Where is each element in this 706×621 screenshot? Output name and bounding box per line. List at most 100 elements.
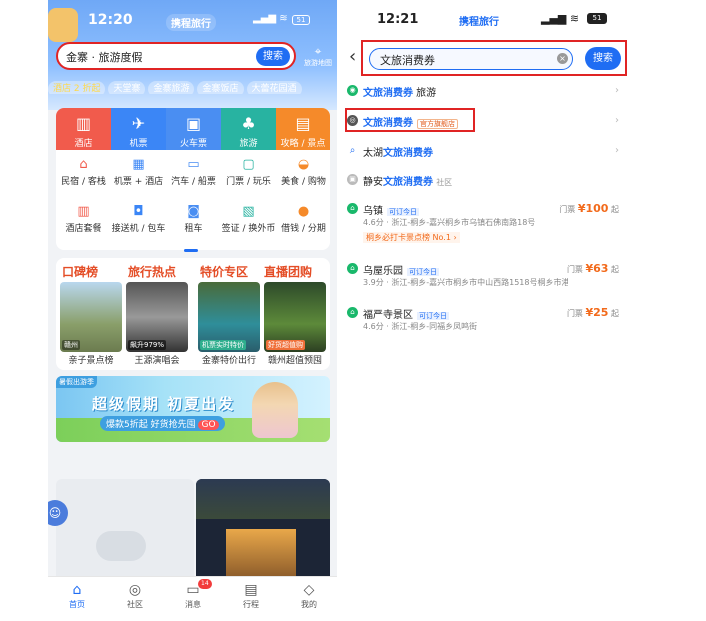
clear-icon[interactable]: × bbox=[557, 53, 568, 64]
tab-trips[interactable]: ▤ 行程 bbox=[222, 581, 280, 610]
battery-icon: 51 bbox=[292, 15, 310, 25]
poi-result[interactable]: ⌂ 乌镇 可订今日 门票 ¥100 起 4.6分 · 浙江-桐乡-嘉兴桐乡市乌镇石… bbox=[347, 202, 627, 248]
grid-guide[interactable]: ▤ 攻略 / 景点 bbox=[276, 108, 330, 150]
grid-travel[interactable]: ♣ 旅游 bbox=[221, 108, 276, 150]
bookable-today-badge: 可订今日 bbox=[407, 268, 439, 276]
promo-banner[interactable]: 暑假出游季 超级假期 初夏出发 爆款5折起 好货抢先囤 GO bbox=[56, 376, 330, 442]
shopping-bag-icon: ◒ bbox=[297, 157, 310, 172]
tab-community[interactable]: ◎ 社区 bbox=[106, 581, 164, 610]
chat-icon: ▭ bbox=[186, 582, 200, 598]
search-input[interactable]: 文旅消费券 × bbox=[369, 48, 573, 70]
status-time: 12:21 bbox=[377, 12, 419, 27]
rank-title-koubei[interactable]: 口碑榜 bbox=[62, 263, 98, 280]
suggestion-item[interactable]: ▣ 静安文旅消费券 社区 bbox=[347, 171, 627, 191]
building-plane-icon: ▦ bbox=[132, 157, 145, 172]
lit-building bbox=[226, 529, 296, 579]
caption: 赣州超值预囤 bbox=[267, 356, 322, 366]
caption: 王源演唱会 bbox=[134, 356, 180, 366]
placeholder-dolphin-icon bbox=[96, 531, 146, 561]
bookable-today-badge: 可订今日 bbox=[417, 312, 449, 320]
guide-book-icon: ▤ bbox=[295, 114, 311, 133]
grid-train[interactable]: ▣ 火车票 bbox=[166, 108, 221, 150]
ticket-price: 门票 ¥63 起 bbox=[566, 262, 619, 275]
tab-home[interactable]: ⌂ 首页 bbox=[48, 581, 106, 610]
map-button[interactable]: ⌖ 旅游地图 bbox=[302, 44, 334, 72]
home-icon: ⌂ bbox=[72, 582, 82, 598]
tab-mine[interactable]: ◇ 我的 bbox=[280, 581, 337, 610]
girl-illustration bbox=[252, 382, 298, 438]
page-indicator bbox=[184, 249, 198, 252]
poi-result[interactable]: ⌂ 乌屋乐园 可订今日 门票 ¥63 起 3.9分 · 浙江-桐乡-嘉兴市桐乡市中… bbox=[347, 262, 627, 294]
app-brand: 携程旅行 bbox=[459, 17, 499, 28]
grid-flight-hotel[interactable]: ▦ 机票 + 酒店 bbox=[111, 156, 166, 192]
poi-address: 4.6分 · 浙江-桐乡-同福乡凤鸣街 bbox=[363, 322, 478, 331]
train-icon: ▣ bbox=[185, 114, 202, 133]
banner-subtitle: 爆款5折起 好货抢先囤 GO bbox=[100, 416, 225, 431]
map-pin-icon: ⌖ bbox=[314, 44, 322, 58]
grid-visa[interactable]: ▧ 签证 / 换外币 bbox=[221, 203, 276, 239]
message-badge: 14 bbox=[198, 579, 212, 589]
suggestion-item[interactable]: ⌕ 太湖文旅消费券 › bbox=[347, 142, 627, 162]
diamond-icon: ◇ bbox=[303, 582, 315, 598]
poi-result[interactable]: ⌂ 福严寺景区 可订今日 门票 ¥25 起 4.6分 · 浙江-桐乡-同福乡凤鸣街 bbox=[347, 306, 627, 338]
chip-hotel-discount[interactable]: 酒店 2 折起 bbox=[48, 81, 106, 94]
chip[interactable]: 天堂寨 bbox=[108, 81, 146, 94]
back-chevron-icon[interactable]: ‹ bbox=[349, 46, 356, 67]
go-button[interactable]: GO bbox=[198, 420, 219, 430]
ticket-icon: ▢ bbox=[242, 157, 255, 172]
hotel-package-icon: ▥ bbox=[77, 204, 90, 219]
tab-messages[interactable]: ▭ 14 消息 bbox=[164, 579, 222, 610]
attraction-icon: ⌂ bbox=[347, 263, 358, 274]
grid-homestay[interactable]: ⌂ 民宿 / 客栈 bbox=[56, 156, 111, 192]
map-label: 旅游地图 bbox=[304, 59, 332, 67]
visa-icon: ▧ bbox=[242, 204, 255, 219]
chip[interactable]: 金寨饭店 bbox=[197, 81, 244, 94]
mascot-icon bbox=[48, 8, 78, 42]
signal-wifi-icon: ▂▄▆ ≋ bbox=[541, 12, 580, 25]
feed-card[interactable] bbox=[56, 479, 194, 589]
rank-title-live[interactable]: 直播团购 bbox=[264, 263, 312, 280]
grid-hotel[interactable]: ▥ 酒店 bbox=[56, 108, 111, 150]
travel-icon: ◉ bbox=[347, 85, 358, 96]
banner-title: 超级假期 初夏出发 bbox=[92, 395, 236, 413]
planet-icon: ◎ bbox=[128, 582, 142, 598]
grid-tickets[interactable]: ▢ 门票 / 玩乐 bbox=[221, 156, 276, 192]
ticket-price: 门票 ¥100 起 bbox=[559, 202, 619, 215]
grid-food[interactable]: ◒ 美食 / 购物 bbox=[276, 156, 330, 192]
search-query: 文旅消费券 bbox=[380, 54, 435, 67]
location-tag: 赣州 bbox=[62, 340, 80, 350]
chip[interactable]: 金寨旅游 bbox=[148, 81, 195, 94]
search-button[interactable]: 搜索 bbox=[585, 47, 621, 70]
grid-flight[interactable]: ✈ 机票 bbox=[111, 108, 166, 150]
grid-car-rental[interactable]: ◙ 租车 bbox=[166, 203, 221, 239]
banner-corner-label: 暑假出游季 bbox=[56, 376, 97, 388]
bookable-today-badge: 可订今日 bbox=[387, 208, 419, 216]
grid-hotel-package[interactable]: ▥ 酒店套餐 bbox=[56, 203, 111, 239]
search-button[interactable]: 搜索 bbox=[256, 47, 290, 66]
attraction-icon: ⌂ bbox=[347, 203, 358, 214]
ranking-link[interactable]: 桐乡必打卡景点榜 No.1 › bbox=[363, 232, 460, 243]
mountain-bg bbox=[196, 479, 330, 519]
money-bag-icon: ● bbox=[297, 204, 310, 219]
chip[interactable]: 大蕾花园酒 bbox=[246, 81, 302, 94]
poi-address: 4.6分 · 浙江-桐乡-嘉兴桐乡市乌镇石佛南路18号 bbox=[363, 218, 536, 227]
palm-tree-icon: ♣ bbox=[241, 114, 256, 133]
search-input[interactable]: 金寨 · 旅游度假 bbox=[66, 49, 143, 65]
rank-title-special[interactable]: 特价专区 bbox=[200, 263, 248, 280]
feed-card-night-resort[interactable] bbox=[196, 479, 330, 589]
suggestion-item[interactable]: ◉ 文旅消费券 旅游 › bbox=[347, 82, 627, 102]
home-search-bar[interactable]: 金寨 · 旅游度假 搜索 bbox=[56, 42, 296, 70]
suggestion-item-official-store[interactable]: ◎ 文旅消费券 官方旗舰店 › bbox=[347, 112, 627, 132]
grid-bus[interactable]: ▭ 汽车 / 船票 bbox=[166, 156, 221, 192]
app-brand: 携程旅行 bbox=[166, 14, 216, 31]
official-store-badge: 官方旗舰店 bbox=[417, 119, 458, 129]
search-icon: ⌕ bbox=[349, 145, 356, 156]
rank-title-hot[interactable]: 旅行热点 bbox=[128, 263, 176, 280]
grid-transfer[interactable]: ◘ 接送机 / 包车 bbox=[111, 203, 166, 239]
ticket-price: 门票 ¥25 起 bbox=[566, 306, 619, 319]
calendar-icon: ▤ bbox=[244, 582, 258, 598]
bus-icon: ▭ bbox=[187, 157, 200, 172]
search-results-screen: 12:21 携程旅行 ▂▄▆ ≋ 51 ‹ 文旅消费券 × 搜索 ◉ 文旅消费券… bbox=[341, 0, 631, 621]
grid-finance[interactable]: ● 借钱 / 分期 bbox=[276, 203, 330, 239]
hot-search-chips: 酒店 2 折起 天堂寨 金寨旅游 金寨饭店 大蕾花园酒 bbox=[48, 76, 337, 94]
